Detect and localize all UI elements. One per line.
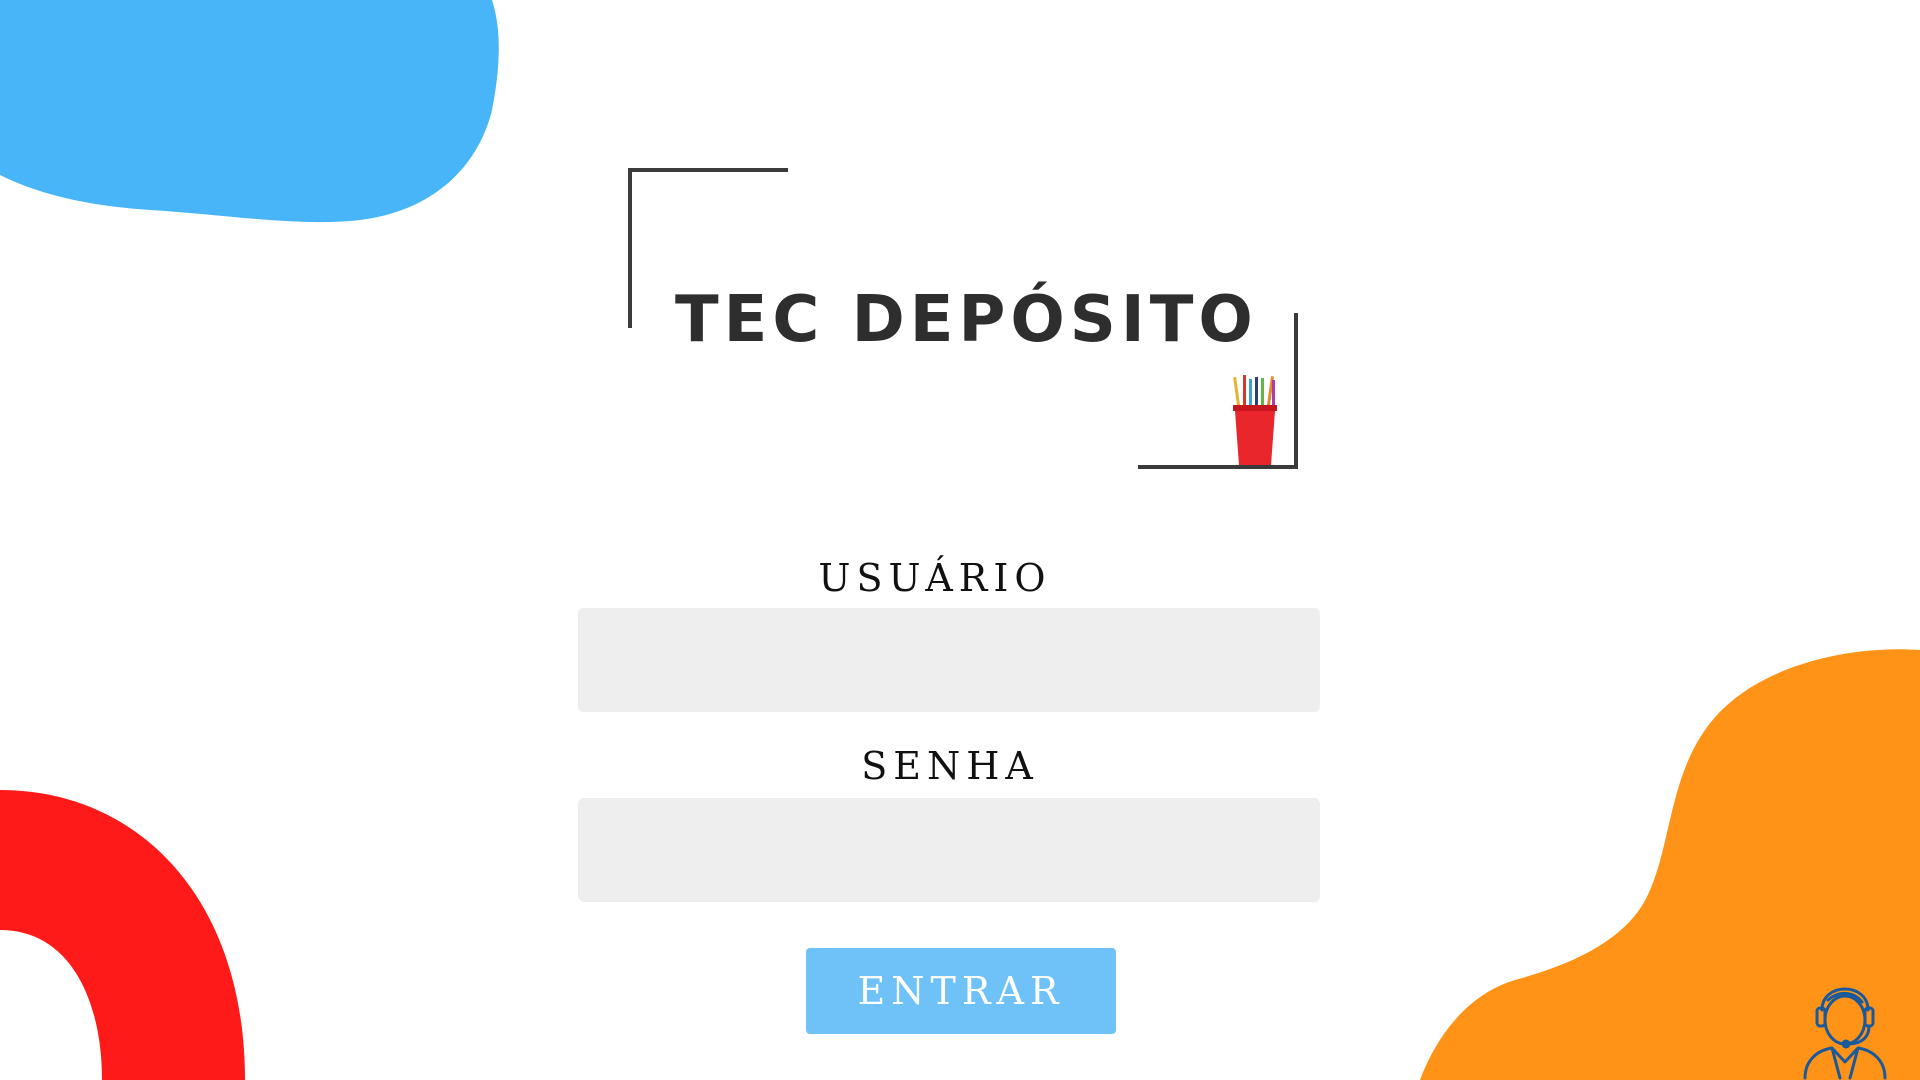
password-label: SENHA [861,744,1039,788]
username-label: USUÁRIO [818,556,1052,600]
logo-frame-bottom-right-vertical [1294,313,1298,469]
logo-frame-top-left-horizontal [628,168,788,172]
password-input[interactable] [578,798,1320,902]
logo-frame-top-left-vertical [628,168,632,328]
username-input[interactable] [578,608,1320,712]
headset-support-icon[interactable] [1800,970,1890,1080]
brand-logo: TEC DEPÓSITO [625,165,1300,475]
pencil-cup-icon [1233,375,1277,465]
login-button[interactable]: ENTRAR [806,948,1116,1034]
red-ring-decoration [0,790,245,1080]
blue-blob-decoration [0,0,499,223]
logo-text: TEC DEPÓSITO [675,283,1258,357]
login-page: TEC DEPÓSITO USUÁRIO SENHA ENTRAR [0,0,1920,1080]
